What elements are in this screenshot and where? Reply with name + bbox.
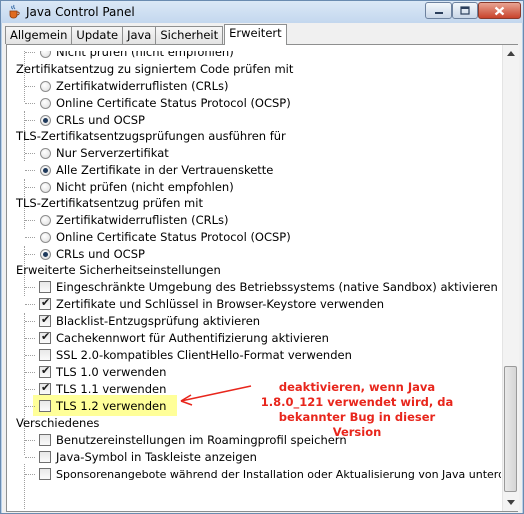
- close-button[interactable]: [478, 2, 521, 19]
- title-bar[interactable]: Java Control Panel: [1, 1, 523, 23]
- vertical-scrollbar[interactable]: [502, 45, 519, 511]
- scrollbar-thumb[interactable]: [504, 366, 517, 492]
- annotation-line: deaktivieren, wenn Java: [278, 380, 436, 394]
- client-area: Allgemein Update Java Sicherheit Erweite…: [2, 23, 522, 513]
- minimize-button[interactable]: [425, 2, 452, 19]
- settings-tree: Nicht prüfen (nicht empfohlen) Zertifika…: [11, 51, 501, 509]
- maximize-icon: [460, 6, 470, 15]
- arrow-down-icon: [507, 500, 515, 505]
- arrow-up-icon: [507, 51, 515, 56]
- window-title: Java Control Panel: [26, 5, 135, 19]
- tab-erweitert[interactable]: Erweitert: [224, 24, 287, 45]
- scroll-down-button[interactable]: [503, 494, 519, 511]
- java-cup-icon: [9, 4, 20, 19]
- tab-allgemein[interactable]: Allgemein: [5, 26, 73, 44]
- tab-bar: Allgemein Update Java Sicherheit Erweite…: [5, 24, 287, 45]
- annotation-line: 1.8.0_121 verwendet wird, da: [260, 395, 454, 409]
- tab-update[interactable]: Update: [71, 26, 124, 44]
- settings-panel: Nicht prüfen (nicht empfohlen) Zertifika…: [6, 44, 519, 512]
- close-icon: [494, 6, 505, 15]
- tab-sicherheit[interactable]: Sicherheit: [155, 26, 224, 44]
- tab-java[interactable]: Java: [122, 26, 157, 44]
- java-control-panel-window: Java Control Panel Allgemein Update Java…: [0, 0, 524, 514]
- maximize-button[interactable]: [452, 2, 478, 19]
- minimize-icon: [434, 11, 443, 14]
- annotation-line: bekannter Bug in dieser Version: [278, 410, 436, 439]
- annotation-arrow-icon: [180, 385, 252, 406]
- scroll-up-button[interactable]: [503, 45, 519, 62]
- annotation-note: deaktivieren, wenn Java 1.8.0_121 verwen…: [257, 380, 457, 440]
